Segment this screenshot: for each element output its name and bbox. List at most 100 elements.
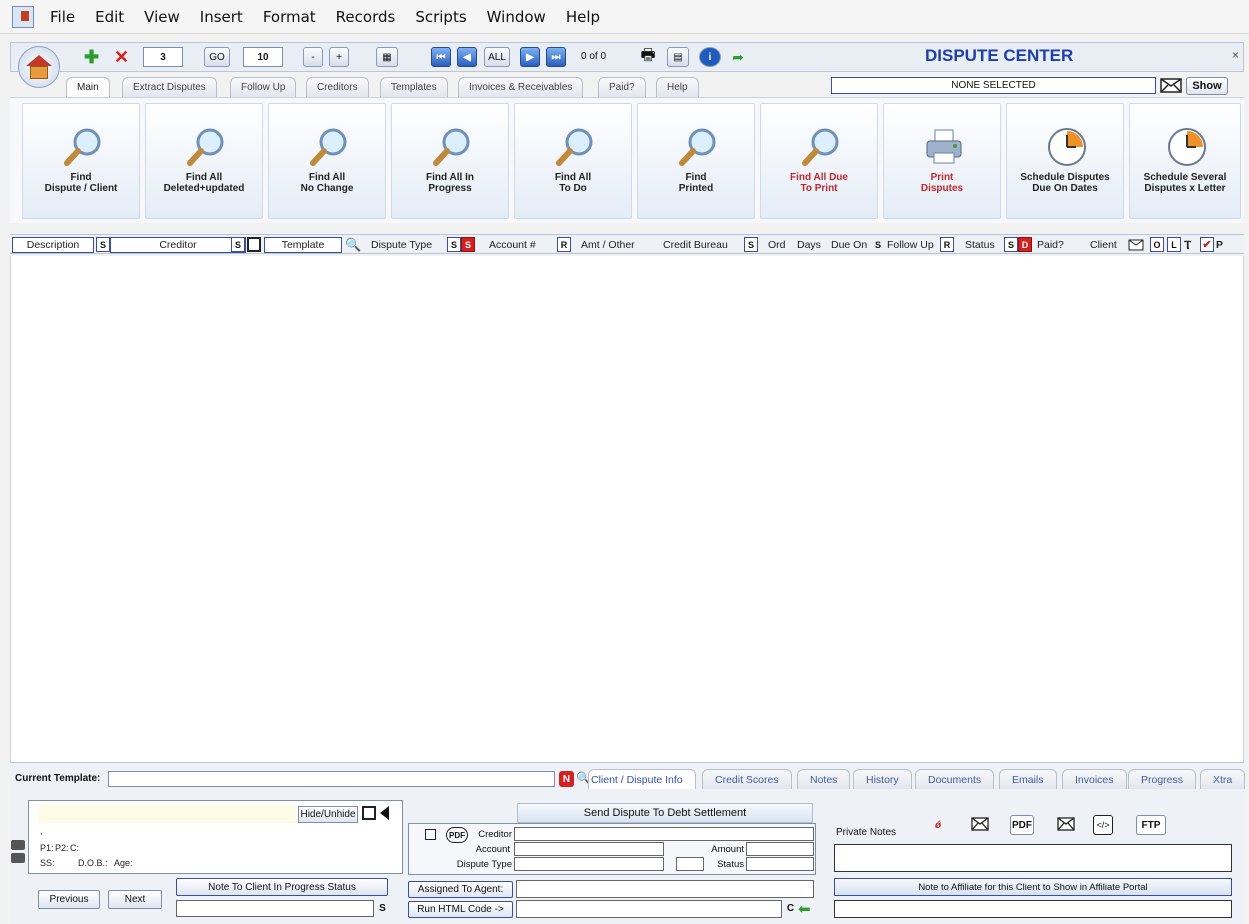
calculator-icon[interactable]: ▤ — [667, 47, 689, 67]
find-all-no-change-button[interactable]: Find All No Change — [268, 103, 386, 219]
next-button[interactable]: Next — [108, 890, 162, 909]
home-button[interactable] — [18, 46, 60, 88]
tab-notes[interactable]: Notes — [797, 769, 851, 789]
col-dispute-type[interactable]: Dispute Type — [371, 237, 432, 253]
export-arrow-icon[interactable]: ➦ — [726, 47, 750, 67]
last-record-icon[interactable]: ⏭ — [546, 47, 566, 67]
tab-main[interactable]: Main — [66, 77, 110, 97]
menu-format[interactable]: Format — [263, 8, 316, 26]
menu-scripts[interactable]: Scripts — [415, 8, 466, 26]
col-template[interactable]: Template — [264, 237, 342, 253]
note-to-client-button[interactable]: Note To Client In Progress Status — [176, 878, 388, 896]
creditor-field[interactable] — [514, 827, 814, 841]
previous-button[interactable]: Previous — [38, 890, 100, 909]
tab-emails[interactable]: Emails — [999, 769, 1057, 789]
find-all-deleted-updated-button[interactable]: Find All Deleted+updated — [145, 103, 263, 219]
menu-edit[interactable]: Edit — [95, 8, 124, 26]
template-checkbox[interactable] — [247, 237, 261, 252]
col-description[interactable]: Description — [12, 237, 94, 253]
tab-creditors[interactable]: Creditors — [306, 77, 369, 97]
sort-description-s[interactable]: S — [96, 237, 110, 252]
sort-credit-bureau-s[interactable]: S — [744, 237, 758, 252]
note-to-client-s[interactable]: S — [376, 901, 389, 916]
tab-paid[interactable]: Paid? — [598, 77, 646, 97]
html-code-field[interactable] — [516, 900, 782, 918]
envelope-icon[interactable] — [1057, 817, 1075, 831]
col-due-on[interactable]: Due On — [831, 237, 867, 253]
col-days[interactable]: Days — [797, 237, 821, 253]
all-records-button[interactable]: ALL — [484, 47, 510, 67]
tab-invoices-receivables[interactable]: Invoices & Receivables — [458, 77, 584, 97]
send-dispute-to-debt-settlement-button[interactable]: Send Dispute To Debt Settlement — [517, 803, 813, 823]
sort-account-r[interactable]: R — [557, 237, 571, 252]
dispute-checkbox[interactable] — [425, 829, 436, 840]
sort-creditor-s[interactable]: S — [231, 237, 245, 252]
minus-button[interactable]: - — [303, 47, 323, 67]
envelope-icon[interactable] — [1128, 239, 1144, 251]
col-follow-up[interactable]: Follow Up — [887, 237, 934, 253]
tab-credit-scores[interactable]: Credit Scores — [702, 769, 792, 789]
ftp-button[interactable]: FTP — [1136, 815, 1166, 835]
affiliate-note-button[interactable]: Note to Affiliate for this Client to Sho… — [834, 878, 1232, 896]
menu-file[interactable]: File — [50, 8, 75, 26]
col-amt-other[interactable]: Amt / Other — [581, 237, 635, 253]
col-creditor[interactable]: Creditor — [110, 237, 246, 253]
sort-status-s[interactable]: S — [1004, 237, 1018, 252]
checkmark-icon[interactable]: ✔ — [1200, 237, 1214, 252]
print-disputes-button[interactable]: Print Disputes — [883, 103, 1001, 219]
record-number-field[interactable]: 3 — [143, 47, 183, 67]
tab-help[interactable]: Help — [656, 77, 699, 97]
schedule-disputes-due-button[interactable]: Schedule Disputes Due On Dates — [1006, 103, 1124, 219]
pin-icon[interactable]: Ⲧ — [1184, 237, 1191, 253]
delete-record-icon[interactable]: ✕ — [111, 47, 132, 67]
col-account[interactable]: Account # — [489, 237, 536, 253]
menu-records[interactable]: Records — [336, 8, 396, 26]
tab-extract-disputes[interactable]: Extract Disputes — [122, 77, 217, 97]
page-size-field[interactable]: 10 — [243, 47, 283, 67]
menu-view[interactable]: View — [144, 8, 180, 26]
add-record-icon[interactable]: ✚ — [81, 47, 102, 67]
find-dispute-client-button[interactable]: Find Dispute / Client — [22, 103, 140, 219]
dispute-code-field[interactable] — [676, 857, 704, 871]
find-printed-button[interactable]: Find Printed — [637, 103, 755, 219]
close-icon[interactable]: × — [1232, 48, 1239, 62]
green-arrow-icon[interactable]: ⬅ — [798, 900, 811, 918]
assigned-agent-field[interactable] — [516, 880, 814, 898]
note-to-client-field[interactable] — [176, 900, 374, 917]
n-badge[interactable]: N — [559, 771, 574, 787]
client-name-field[interactable] — [38, 805, 296, 823]
sort-follow-up-r[interactable]: R — [940, 237, 954, 252]
menu-insert[interactable]: Insert — [200, 8, 243, 26]
run-html-code-button[interactable]: Run HTML Code -> — [408, 901, 513, 918]
sort-status-d[interactable]: D — [1018, 237, 1032, 252]
sort-due-on-s[interactable]: S — [871, 237, 885, 252]
info-icon[interactable]: i — [699, 47, 721, 67]
show-button[interactable]: Show — [1186, 77, 1228, 95]
sort-dispute-type-s[interactable]: S — [447, 237, 461, 252]
find-all-to-do-button[interactable]: Find All To Do — [514, 103, 632, 219]
tab-templates[interactable]: Templates — [380, 77, 448, 97]
pdf-icon[interactable]: PDF — [1010, 815, 1034, 835]
find-all-due-to-print-button[interactable]: Find All Due To Print — [760, 103, 878, 219]
print-icon[interactable]: 🖶 — [636, 47, 660, 67]
tab-invoices[interactable]: Invoices — [1062, 769, 1127, 789]
col-paid[interactable]: Paid? — [1037, 237, 1064, 253]
private-notes-field[interactable] — [834, 844, 1232, 872]
sort-dispute-type-s-red[interactable]: S — [461, 237, 475, 252]
tab-xtra[interactable]: Xtra — [1200, 769, 1246, 789]
tab-client-dispute-info[interactable]: Client / Dispute Info — [588, 769, 696, 789]
status-field[interactable] — [746, 857, 814, 871]
next-record-icon[interactable]: ▶ — [520, 47, 540, 67]
tab-progress[interactable]: Progress — [1128, 769, 1197, 789]
col-o[interactable]: O — [1150, 237, 1164, 252]
hide-unhide-button[interactable]: Hide/Unhide — [298, 806, 358, 823]
affiliate-note-field[interactable] — [834, 900, 1232, 918]
first-record-icon[interactable]: ⏮ — [431, 47, 451, 67]
envelope-icon[interactable] — [1160, 78, 1182, 93]
disputes-list[interactable] — [10, 256, 1244, 762]
tab-history[interactable]: History — [853, 769, 912, 789]
calendar-icon[interactable]: ▦ — [376, 47, 398, 67]
amount-field[interactable] — [746, 842, 814, 856]
code-icon[interactable]: </> — [1093, 815, 1113, 835]
schedule-several-disputes-button[interactable]: Schedule Several Disputes x Letter — [1129, 103, 1241, 219]
